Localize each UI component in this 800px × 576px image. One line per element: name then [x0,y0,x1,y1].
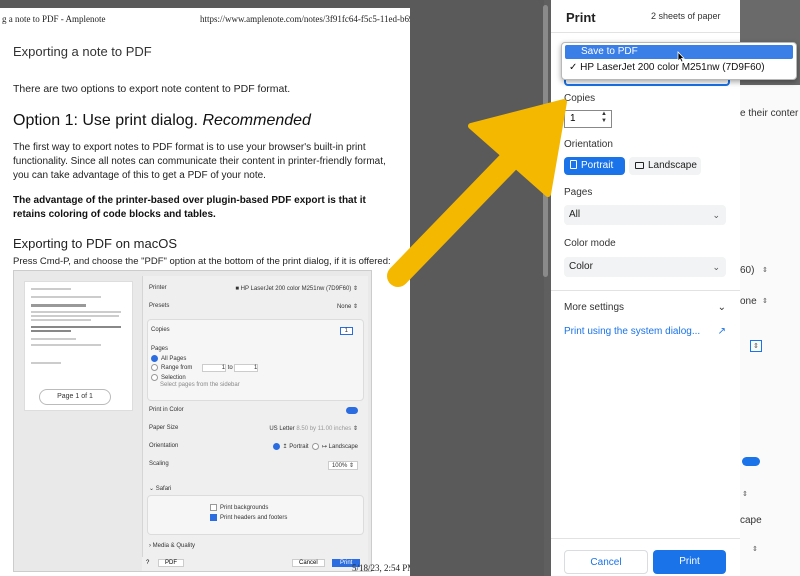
doc-heading-option1: Option 1: Use print dialog. Recommended [13,112,311,130]
print-headers-checkbox[interactable]: Print headers and footers [210,514,357,521]
pdf-menu-button[interactable]: PDF [158,559,184,567]
scaling-label: Scaling [149,461,169,467]
portrait-button[interactable]: Portrait [564,157,625,175]
help-button[interactable]: ? [146,560,149,566]
doc-paragraph-3: Press Cmd-P, and choose the "PDF" option… [13,256,391,267]
presets-label: Presets [149,303,170,309]
printer-value: HP LaserJet 200 color M251nw (7D9F60) [240,286,352,292]
printer-label: Printer [149,285,167,291]
page-header-title: g a note to PDF - Amplenote [2,14,106,24]
doc-heading-macos: Exporting to PDF on macOS [13,236,178,251]
footer-divider [551,538,740,539]
pages-select[interactable]: All ⌄ [564,205,726,225]
background-text-fragment: e their conter [740,108,799,119]
printer-select[interactable]: ■ HP LaserJet 200 color M251nw (7D9F60) … [235,285,358,292]
doc-heading-recommended: Recommended [202,112,311,129]
page-header-url: https://www.amplenote.com/notes/3f91fc64… [200,14,410,24]
doc-paragraph-2: The advantage of the printer-based over … [13,195,366,220]
chevron-down-icon: ⌄ [712,210,720,220]
presets-value: None [336,304,352,310]
chevron-down-icon: ⌄ [712,262,720,272]
annotation-arrow-icon [387,99,567,287]
landscape-button[interactable]: Landscape [629,157,701,175]
radio-dot-icon [151,364,158,371]
mac-orientation-options[interactable]: ↥ Portrait ↦ Landscape [272,443,358,450]
print-in-color-label: Print in Color [149,407,184,413]
mac-copies-label: Copies [151,327,170,333]
copies-stepper[interactable]: ▲ ▼ [599,111,609,125]
doc-paragraph-1: The first way to export notes to PDF for… [13,142,386,181]
media-quality-toggle[interactable]: › Media & Quality [149,543,362,549]
background-fragment-c: cape [740,515,762,526]
background-window: e their conter 60) one cape ⇕ ⇕ ⇕ ⇕ ⇕ [740,0,800,576]
system-dialog-link[interactable]: Print using the system dialog... ↗ [564,326,726,337]
scaling-field[interactable]: 100% ⇕ [327,461,358,470]
spinner-icon: ⇕ [750,340,762,352]
print-backgrounds-checkbox[interactable]: Print backgrounds [210,504,357,511]
mac-orientation-label: Orientation [149,443,179,449]
mouse-cursor-icon [677,51,685,63]
doc-intro: There are two options to export note con… [13,83,291,95]
mac-dialog-footer: ? PDF Cancel Print [142,557,367,571]
presets-select[interactable]: None ⇕ [337,303,358,310]
all-pages-radio[interactable]: All Pages [151,355,357,362]
menu-item-hp-printer[interactable]: ✓ HP LaserJet 200 color M251nw (7D9F60) [565,61,793,75]
spinner-icon: ⇕ [762,267,768,274]
spinner-icon: ⇕ [752,546,758,553]
mac-cancel-button[interactable]: Cancel [292,559,325,567]
radio-dot-icon [151,374,158,381]
range-end-field[interactable]: 1 [234,364,259,373]
page-count-pill: Page 1 of 1 [39,389,111,405]
safari-section-toggle[interactable]: ⌄ Safari [149,485,362,492]
range-radio[interactable]: Range from 1 to 1 [151,364,357,373]
page-footer-timestamp: 5/18/23, 2:54 PM [352,563,410,573]
selection-hint: Select pages from the sidebar [160,382,240,388]
mac-copies-field[interactable]: 1 [339,327,353,335]
print-button[interactable]: Print [653,550,726,574]
checkmark-icon: ✓ [569,62,578,73]
landscape-icon [635,162,644,169]
safari-options-box: Print backgrounds Print headers and foot… [147,495,364,535]
cancel-button[interactable]: Cancel [564,550,648,574]
color-mode-select[interactable]: Color ⌄ [564,257,726,277]
sheet-count: 2 sheets of paper [651,11,721,21]
mac-settings-panel: Printer ■ HP LaserJet 200 color M251nw (… [142,276,368,571]
copies-pages-box: Copies 1 Pages All Pages Range from 1 to… [147,319,364,401]
dialog-divider [551,32,740,33]
external-link-icon: ↗ [717,326,726,337]
preview-page: g a note to PDF - Amplenote https://www.… [0,8,410,576]
dialog-title: Print [566,10,596,25]
radio-dot-icon [151,355,158,362]
mac-pages-label: Pages [151,346,169,352]
selection-radio[interactable]: Selection [151,374,357,381]
spinner-icon: ⇕ [742,491,748,498]
doc-heading-option1-text: Option 1: Use print dialog. [13,112,198,129]
settings-divider [551,290,740,291]
print-dialog: Print 2 sheets of paper Copies 1 ▲ ▼ Orie… [551,0,740,576]
range-to-label: to [227,365,233,372]
paper-size-label: Paper Size [149,425,179,431]
range-start-field[interactable]: 1 [202,364,227,373]
paper-size-select[interactable]: US Letter 8.50 by 11.00 inches ⇕ [269,425,358,432]
mac-print-dialog-screenshot: Page 1 of 1 Printer ■ HP LaserJet 200 co… [13,270,372,572]
spinner-icon: ⇕ [762,298,768,305]
menu-item-hp-label: HP LaserJet 200 color M251nw (7D9F60) [580,62,765,73]
chevron-down-icon: ⌄ [717,302,726,313]
arrow-shaft [387,143,527,287]
background-fragment-b: one [740,296,757,307]
more-settings-toggle[interactable]: More settings ⌄ [564,302,726,313]
background-fragment-a: 60) [740,265,755,276]
background-toggle [742,457,760,466]
color-toggle[interactable] [346,407,358,414]
doc-title: Exporting a note to PDF [13,44,152,59]
